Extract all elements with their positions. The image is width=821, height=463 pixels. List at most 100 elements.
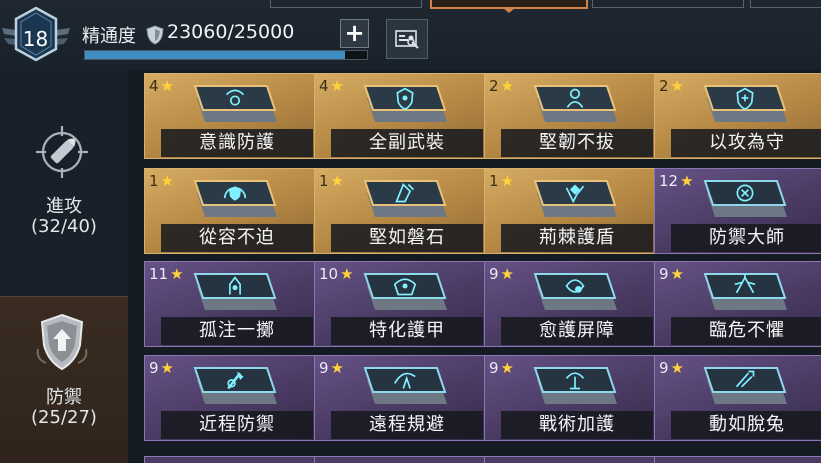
category-name-attack: 進攻 (46, 196, 82, 217)
skill-level-number: 12 (659, 172, 679, 190)
star-icon: ★ (330, 172, 344, 190)
skill-chip-icon (533, 367, 617, 404)
top-bar: 18 精通度 23060/25000 + (0, 0, 821, 70)
category-count-defense: (25/27) (31, 407, 97, 428)
skill-chip-icon (363, 273, 447, 310)
skill-level: 11 ★ (149, 265, 184, 283)
profile-card-button[interactable] (386, 19, 428, 59)
skill-level-number: 9 (319, 359, 329, 377)
skill-name: 特化護甲 (369, 320, 445, 341)
skill-name: 愈護屏障 (539, 320, 615, 341)
skill-card[interactable]: 9 ★ 動如脫兔 (654, 355, 821, 441)
skill-card[interactable]: 9 ★ 近程防禦 (144, 355, 316, 441)
skill-level-number: 4 (149, 77, 159, 95)
skill-chip-icon (193, 85, 277, 122)
star-icon: ★ (670, 265, 684, 283)
category-tab-defense[interactable]: 防禦 (25/27) (0, 296, 128, 463)
skill-chip-icon (533, 273, 617, 310)
skill-level-number: 9 (489, 265, 499, 283)
skill-chip-icon (533, 180, 617, 217)
skill-card[interactable]: 9 ★ 愈護屏障 (484, 261, 656, 347)
skill-card[interactable]: 1 ★ 荊棘護盾 (484, 168, 656, 254)
level-number: 18 (22, 27, 49, 51)
skill-card[interactable]: 1 ★ 堅如磐石 (314, 168, 486, 254)
skill-name: 近程防禦 (199, 414, 275, 435)
skill-card[interactable]: 12 ★ 防禦大師 (654, 168, 821, 254)
star-icon: ★ (680, 172, 694, 190)
skill-level-number: 1 (489, 172, 499, 190)
skill-name: 臨危不懼 (709, 320, 785, 341)
skill-name: 以攻為守 (709, 132, 785, 153)
star-icon: ★ (500, 172, 514, 190)
skill-level: 4 ★ (149, 77, 174, 95)
category-sidebar: 進攻 (32/40) 防禦 (25/27) (0, 70, 128, 463)
skill-level: 9 ★ (489, 359, 514, 377)
category-tab-attack[interactable]: 進攻 (32/40) (0, 104, 128, 304)
skill-level: 12 ★ (659, 172, 694, 190)
skill-level: 10 ★ (319, 265, 354, 283)
profile-card-icon (395, 30, 419, 49)
skill-chip-icon (193, 180, 277, 217)
skill-card[interactable]: 2 ★ 堅韌不拔 (484, 73, 656, 159)
skill-card[interactable]: 4 ★ 全副武裝 (314, 73, 486, 159)
skill-card[interactable]: 2 ★ 以攻為守 (654, 73, 821, 159)
level-badge: 18 (0, 6, 72, 70)
category-name-defense: 防禦 (46, 387, 82, 408)
skill-name: 意識防護 (199, 132, 275, 153)
top-tab-2[interactable] (430, 0, 588, 13)
skill-level-number: 1 (149, 172, 159, 190)
star-icon: ★ (160, 359, 174, 377)
skill-level-number: 9 (659, 265, 669, 283)
skill-level: 1 ★ (319, 172, 344, 190)
skill-level: 2 ★ (489, 77, 514, 95)
skill-card[interactable]: 9 ★ 遠程規避 (314, 355, 486, 441)
skill-level-number: 9 (659, 359, 669, 377)
star-icon: ★ (160, 77, 174, 95)
skill-level: 1 ★ (149, 172, 174, 190)
skill-level: 9 ★ (489, 265, 514, 283)
skill-level-number: 11 (149, 265, 169, 283)
skill-card[interactable]: 11 ★ 孤注一擲 (144, 261, 316, 347)
skill-level: 4 ★ (319, 77, 344, 95)
skill-card-grid: 4 ★ 意識防護 4 ★ 全副武裝 2 ★ 堅韌不拔 2 ★ 以攻為守 1 ★ 從容不迫 1 ★ 堅如磐石 1 ★ 荊棘… (128, 70, 821, 463)
star-icon: ★ (340, 265, 354, 283)
skill-level-number: 1 (319, 172, 329, 190)
category-count-attack: (32/40) (31, 216, 97, 237)
skill-name: 防禦大師 (709, 227, 785, 248)
top-tab-1[interactable] (270, 0, 422, 8)
skill-chip-icon (363, 85, 447, 122)
skill-chip-icon (533, 85, 617, 122)
skill-level-number: 2 (659, 77, 669, 95)
skill-level-number: 9 (149, 359, 159, 377)
skill-name: 全副武裝 (369, 132, 445, 153)
plus-icon: + (344, 19, 365, 47)
skill-card[interactable]: 9 ★ 臨危不懼 (654, 261, 821, 347)
skill-chip-icon (363, 180, 447, 217)
skill-card[interactable]: 9 ★ 戰術加護 (484, 355, 656, 441)
star-icon: ★ (500, 265, 514, 283)
skill-chip-icon (193, 273, 277, 310)
top-tab-3[interactable] (592, 0, 744, 8)
skill-level: 1 ★ (489, 172, 514, 190)
skill-card[interactable]: 1 ★ 從容不迫 (144, 168, 316, 254)
add-mastery-button[interactable]: + (340, 19, 369, 48)
skill-name: 戰術加護 (539, 414, 615, 435)
skill-level: 9 ★ (659, 359, 684, 377)
skill-name: 堅韌不拔 (539, 132, 615, 153)
skill-name: 動如脫兔 (709, 414, 785, 435)
star-icon: ★ (500, 77, 514, 95)
skill-chip-icon (193, 367, 277, 404)
skill-level-number: 9 (489, 359, 499, 377)
skill-name: 遠程規避 (369, 414, 445, 435)
skill-name: 孤注一擲 (199, 320, 275, 341)
skill-card[interactable]: 4 ★ 意識防護 (144, 73, 316, 159)
skill-chip-icon (703, 180, 787, 217)
mastery-label: 精通度 (82, 26, 136, 47)
star-icon: ★ (330, 359, 344, 377)
skill-card[interactable]: 10 ★ 特化護甲 (314, 261, 486, 347)
top-tab-4[interactable] (750, 0, 821, 8)
crosshair-bullet-icon (36, 126, 88, 178)
skill-chip-icon (703, 85, 787, 122)
skill-level-number: 10 (319, 265, 339, 283)
mastery-value: 23060/25000 (167, 21, 295, 43)
